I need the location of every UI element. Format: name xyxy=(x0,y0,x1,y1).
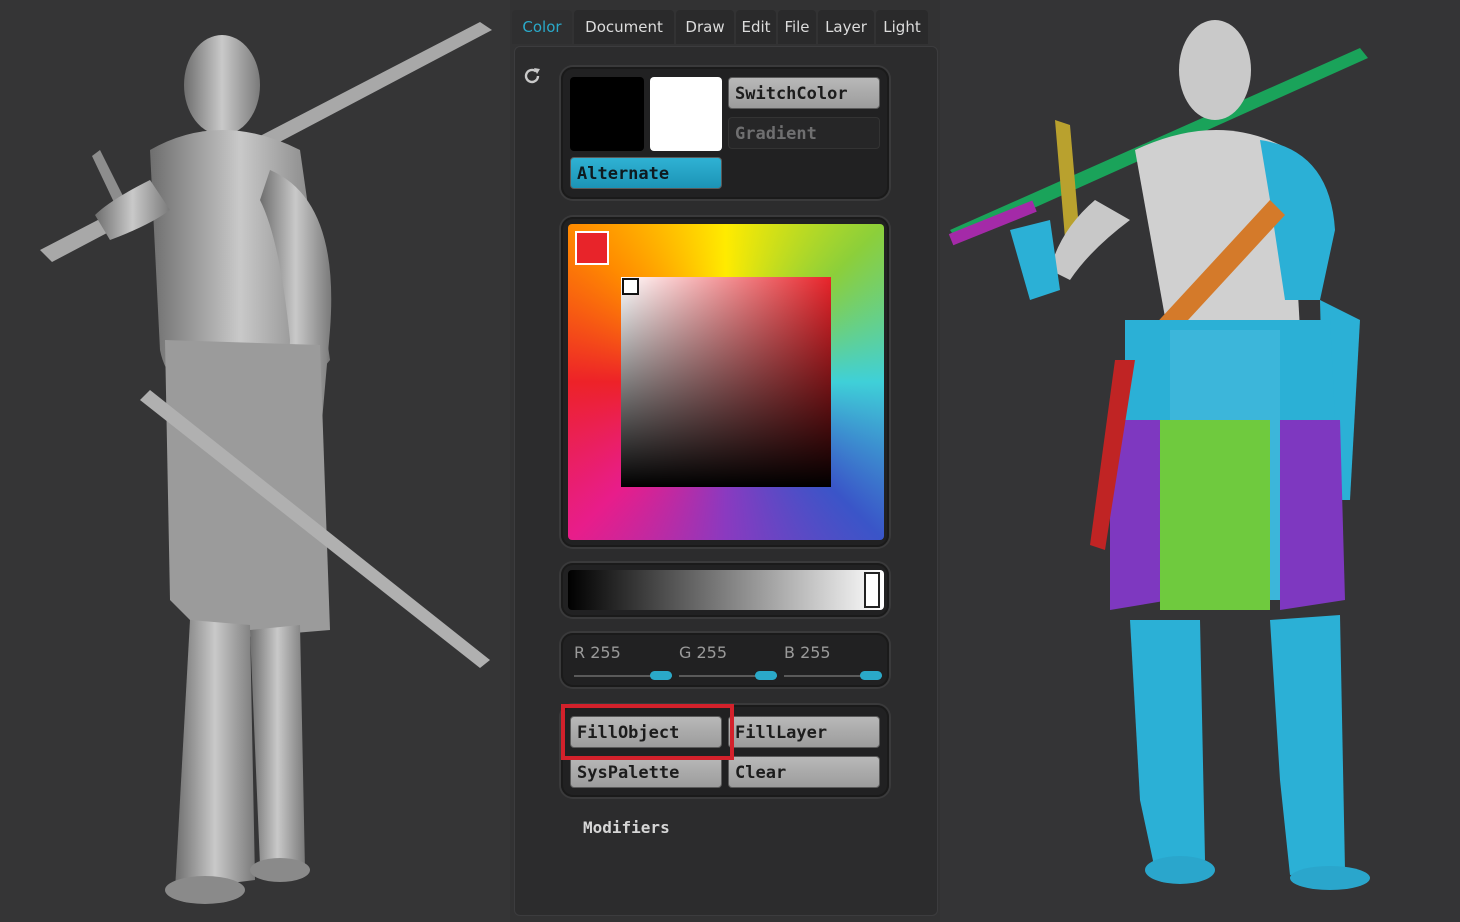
clear-button[interactable]: Clear xyxy=(728,756,880,788)
fill-object-highlight-box xyxy=(561,704,734,760)
modifiers-label[interactable]: Modifiers xyxy=(583,818,670,837)
right-viewport-canvas[interactable] xyxy=(940,0,1460,922)
tab-draw[interactable]: Draw xyxy=(676,10,734,44)
sys-palette-button[interactable]: SysPalette xyxy=(570,756,722,788)
secondary-color-swatch[interactable] xyxy=(650,77,722,151)
grey-sculpt-figure xyxy=(40,22,492,904)
saturation-value-square[interactable] xyxy=(621,277,831,487)
refresh-icon[interactable] xyxy=(520,64,544,88)
brightness-slider-handle[interactable] xyxy=(864,572,880,608)
menu-bar: Color Document Draw Edit File Layer Ligh… xyxy=(512,10,940,46)
brightness-slider[interactable] xyxy=(568,570,884,610)
main-color-swatch[interactable] xyxy=(570,77,644,151)
fill-layer-button[interactable]: FillLayer xyxy=(728,716,880,748)
switch-color-button[interactable]: SwitchColor xyxy=(728,77,880,109)
tab-color[interactable]: Color xyxy=(512,10,572,44)
g-label: G 255 xyxy=(679,643,728,662)
hue-picker-marker[interactable] xyxy=(575,231,609,265)
tab-edit[interactable]: Edit xyxy=(736,10,776,44)
g-slider-knob[interactable] xyxy=(755,671,777,680)
r-label: R 255 xyxy=(574,643,621,662)
sv-picker-marker[interactable] xyxy=(622,278,639,295)
polypainted-sculpt-figure xyxy=(948,20,1370,890)
gradient-button[interactable]: Gradient xyxy=(728,117,880,149)
tab-file[interactable]: File xyxy=(778,10,816,44)
tab-light[interactable]: Light xyxy=(876,10,928,44)
tab-layer[interactable]: Layer xyxy=(818,10,874,44)
r-slider-knob[interactable] xyxy=(650,671,672,680)
b-label: B 255 xyxy=(784,643,831,662)
b-slider-knob[interactable] xyxy=(860,671,882,680)
left-viewport-canvas[interactable] xyxy=(0,0,510,922)
alternate-button[interactable]: Alternate xyxy=(570,157,722,189)
tab-document[interactable]: Document xyxy=(574,10,674,44)
